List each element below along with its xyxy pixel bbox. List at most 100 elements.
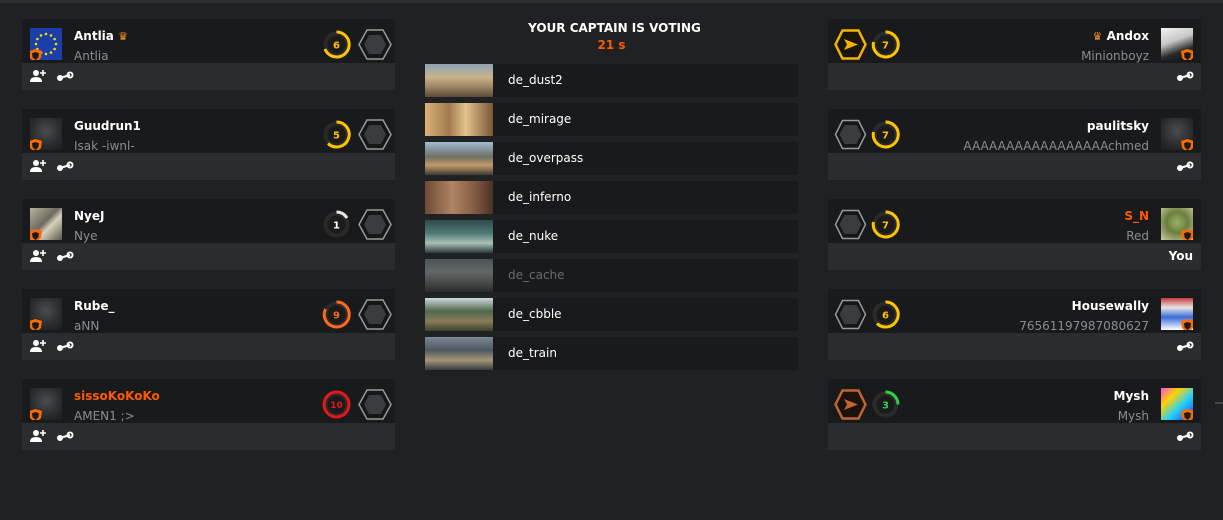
player-name: Mysh bbox=[1113, 389, 1149, 403]
edge-marker bbox=[1215, 402, 1223, 404]
map-option-de-dust2[interactable]: de_dust2 bbox=[425, 64, 798, 97]
map-name: de_overpass bbox=[508, 151, 584, 165]
shield-icon bbox=[30, 319, 42, 330]
map-name: de_cache bbox=[508, 268, 565, 282]
player-avatar[interactable] bbox=[30, 388, 62, 420]
player-card-header[interactable]: Guudrun1 Isak -iwnl- 5 bbox=[22, 109, 395, 153]
steam-icon[interactable] bbox=[1176, 71, 1194, 82]
player-card: 6 Housewally 76561197987080627 bbox=[828, 289, 1201, 360]
player-card-actions bbox=[828, 423, 1201, 450]
player-card-header[interactable]: sissoKoKoKo AMEN1 ;> 10 bbox=[22, 379, 395, 423]
player-card-actions bbox=[22, 333, 395, 360]
map-thumbnail bbox=[425, 298, 493, 331]
player-card-actions: You bbox=[828, 243, 1201, 270]
player-card-header[interactable]: 7 S_N Red bbox=[828, 199, 1201, 243]
player-avatar[interactable] bbox=[1161, 298, 1193, 330]
map-option-de-mirage[interactable]: de_mirage bbox=[425, 103, 798, 136]
player-card-actions bbox=[828, 333, 1201, 360]
shield-icon bbox=[30, 49, 42, 60]
player-avatar[interactable] bbox=[1161, 388, 1193, 420]
left-team-roster: Antlia ♛ Antlia 6 Guudrun1 Isak -iwnl- 5… bbox=[22, 19, 395, 469]
player-card-header[interactable]: 7 ♛ Andox Minionboyz bbox=[828, 19, 1201, 63]
level-number: 7 bbox=[882, 131, 889, 142]
player-avatar[interactable] bbox=[1161, 28, 1193, 60]
player-avatar[interactable] bbox=[30, 28, 62, 60]
you-label: You bbox=[1168, 249, 1193, 263]
player-nickname: AAAAAAAAAAAAAAAAAchmed bbox=[963, 139, 1149, 153]
level-number: 6 bbox=[333, 41, 340, 52]
player-avatar[interactable] bbox=[30, 298, 62, 330]
unranked-hex-icon bbox=[834, 119, 867, 150]
player-card: 7 S_N Red You bbox=[828, 199, 1201, 270]
vote-timer: 21 s bbox=[597, 38, 626, 52]
player-nickname: 76561197987080627 bbox=[1019, 319, 1149, 333]
map-name: de_dust2 bbox=[508, 73, 563, 87]
steam-icon[interactable] bbox=[1176, 341, 1194, 352]
player-card-header[interactable]: 6 Housewally 76561197987080627 bbox=[828, 289, 1201, 333]
unranked-hex-icon bbox=[358, 299, 392, 330]
player-name: ♛ Andox bbox=[1092, 29, 1149, 43]
map-option-de-cbble[interactable]: de_cbble bbox=[425, 298, 798, 331]
player-avatar[interactable] bbox=[30, 118, 62, 150]
player-card-actions bbox=[828, 63, 1201, 90]
map-option-de-overpass[interactable]: de_overpass bbox=[425, 142, 798, 175]
add-friend-icon[interactable] bbox=[30, 249, 46, 263]
unranked-hex-icon bbox=[358, 209, 392, 240]
player-card: sissoKoKoKo AMEN1 ;> 10 bbox=[22, 379, 395, 450]
map-option-de-inferno[interactable]: de_inferno bbox=[425, 181, 798, 214]
player-card-header[interactable]: Antlia ♛ Antlia 6 bbox=[22, 19, 395, 63]
level-badge-icon: 5 bbox=[323, 120, 351, 149]
player-card-header[interactable]: NyeJ Nye 1 bbox=[22, 199, 395, 243]
shield-icon bbox=[30, 229, 42, 240]
player-nickname: Mysh bbox=[1117, 409, 1149, 423]
add-friend-icon[interactable] bbox=[30, 69, 46, 83]
player-card-header[interactable]: 7 paulitsky AAAAAAAAAAAAAAAAAchmed bbox=[828, 109, 1201, 153]
steam-icon[interactable] bbox=[56, 431, 74, 442]
player-avatar[interactable] bbox=[1161, 118, 1193, 150]
map-name: de_train bbox=[508, 346, 557, 360]
player-avatar[interactable] bbox=[1161, 208, 1193, 240]
steam-icon[interactable] bbox=[1176, 161, 1194, 172]
player-card-header[interactable]: Rube_ aNN 9 bbox=[22, 289, 395, 333]
player-name: Antlia ♛ bbox=[74, 29, 128, 43]
level-number: 9 bbox=[333, 311, 340, 322]
unranked-hex-icon bbox=[358, 29, 392, 60]
map-name: de_inferno bbox=[508, 190, 572, 204]
player-name: Guudrun1 bbox=[74, 119, 141, 133]
steam-icon[interactable] bbox=[1176, 431, 1194, 442]
steam-icon[interactable] bbox=[56, 251, 74, 262]
level-badge-icon: 10 bbox=[322, 390, 351, 419]
level-badge-icon: 1 bbox=[323, 210, 350, 238]
shield-icon bbox=[1181, 139, 1193, 150]
steam-icon[interactable] bbox=[56, 161, 74, 172]
player-nickname: Red bbox=[1126, 229, 1149, 243]
map-option-de-train[interactable]: de_train bbox=[425, 337, 798, 370]
player-card: Guudrun1 Isak -iwnl- 5 bbox=[22, 109, 395, 180]
add-friend-icon[interactable] bbox=[30, 429, 46, 443]
player-card-actions bbox=[22, 63, 395, 90]
player-avatar[interactable] bbox=[30, 208, 62, 240]
player-card-header[interactable]: 3 Mysh Mysh bbox=[828, 379, 1201, 423]
shield-icon bbox=[1181, 49, 1193, 60]
player-nickname: Antlia bbox=[74, 49, 109, 63]
steam-icon[interactable] bbox=[56, 71, 74, 82]
player-card-actions bbox=[22, 423, 395, 450]
player-nickname: Minionboyz bbox=[1081, 49, 1149, 63]
map-option-de-nuke[interactable]: de_nuke bbox=[425, 220, 798, 253]
steam-icon[interactable] bbox=[56, 341, 74, 352]
shield-icon bbox=[30, 139, 42, 150]
level-number: 1 bbox=[333, 221, 340, 232]
player-card-actions bbox=[22, 243, 395, 270]
player-name: NyeJ bbox=[74, 209, 105, 223]
unranked-hex-icon bbox=[358, 119, 392, 150]
level-number: 3 bbox=[882, 401, 889, 412]
unranked-hex-icon bbox=[358, 389, 392, 420]
level-number: 6 bbox=[882, 311, 889, 322]
level-badge-icon: 7 bbox=[871, 30, 900, 59]
level-badge-icon: 6 bbox=[872, 300, 900, 329]
right-team-roster: 7 ♛ Andox Minionboyz 7 paulitsky AAAAAAA… bbox=[828, 19, 1201, 469]
player-card-actions bbox=[828, 153, 1201, 180]
map-thumbnail bbox=[425, 64, 493, 97]
add-friend-icon[interactable] bbox=[30, 159, 46, 173]
add-friend-icon[interactable] bbox=[30, 339, 46, 353]
